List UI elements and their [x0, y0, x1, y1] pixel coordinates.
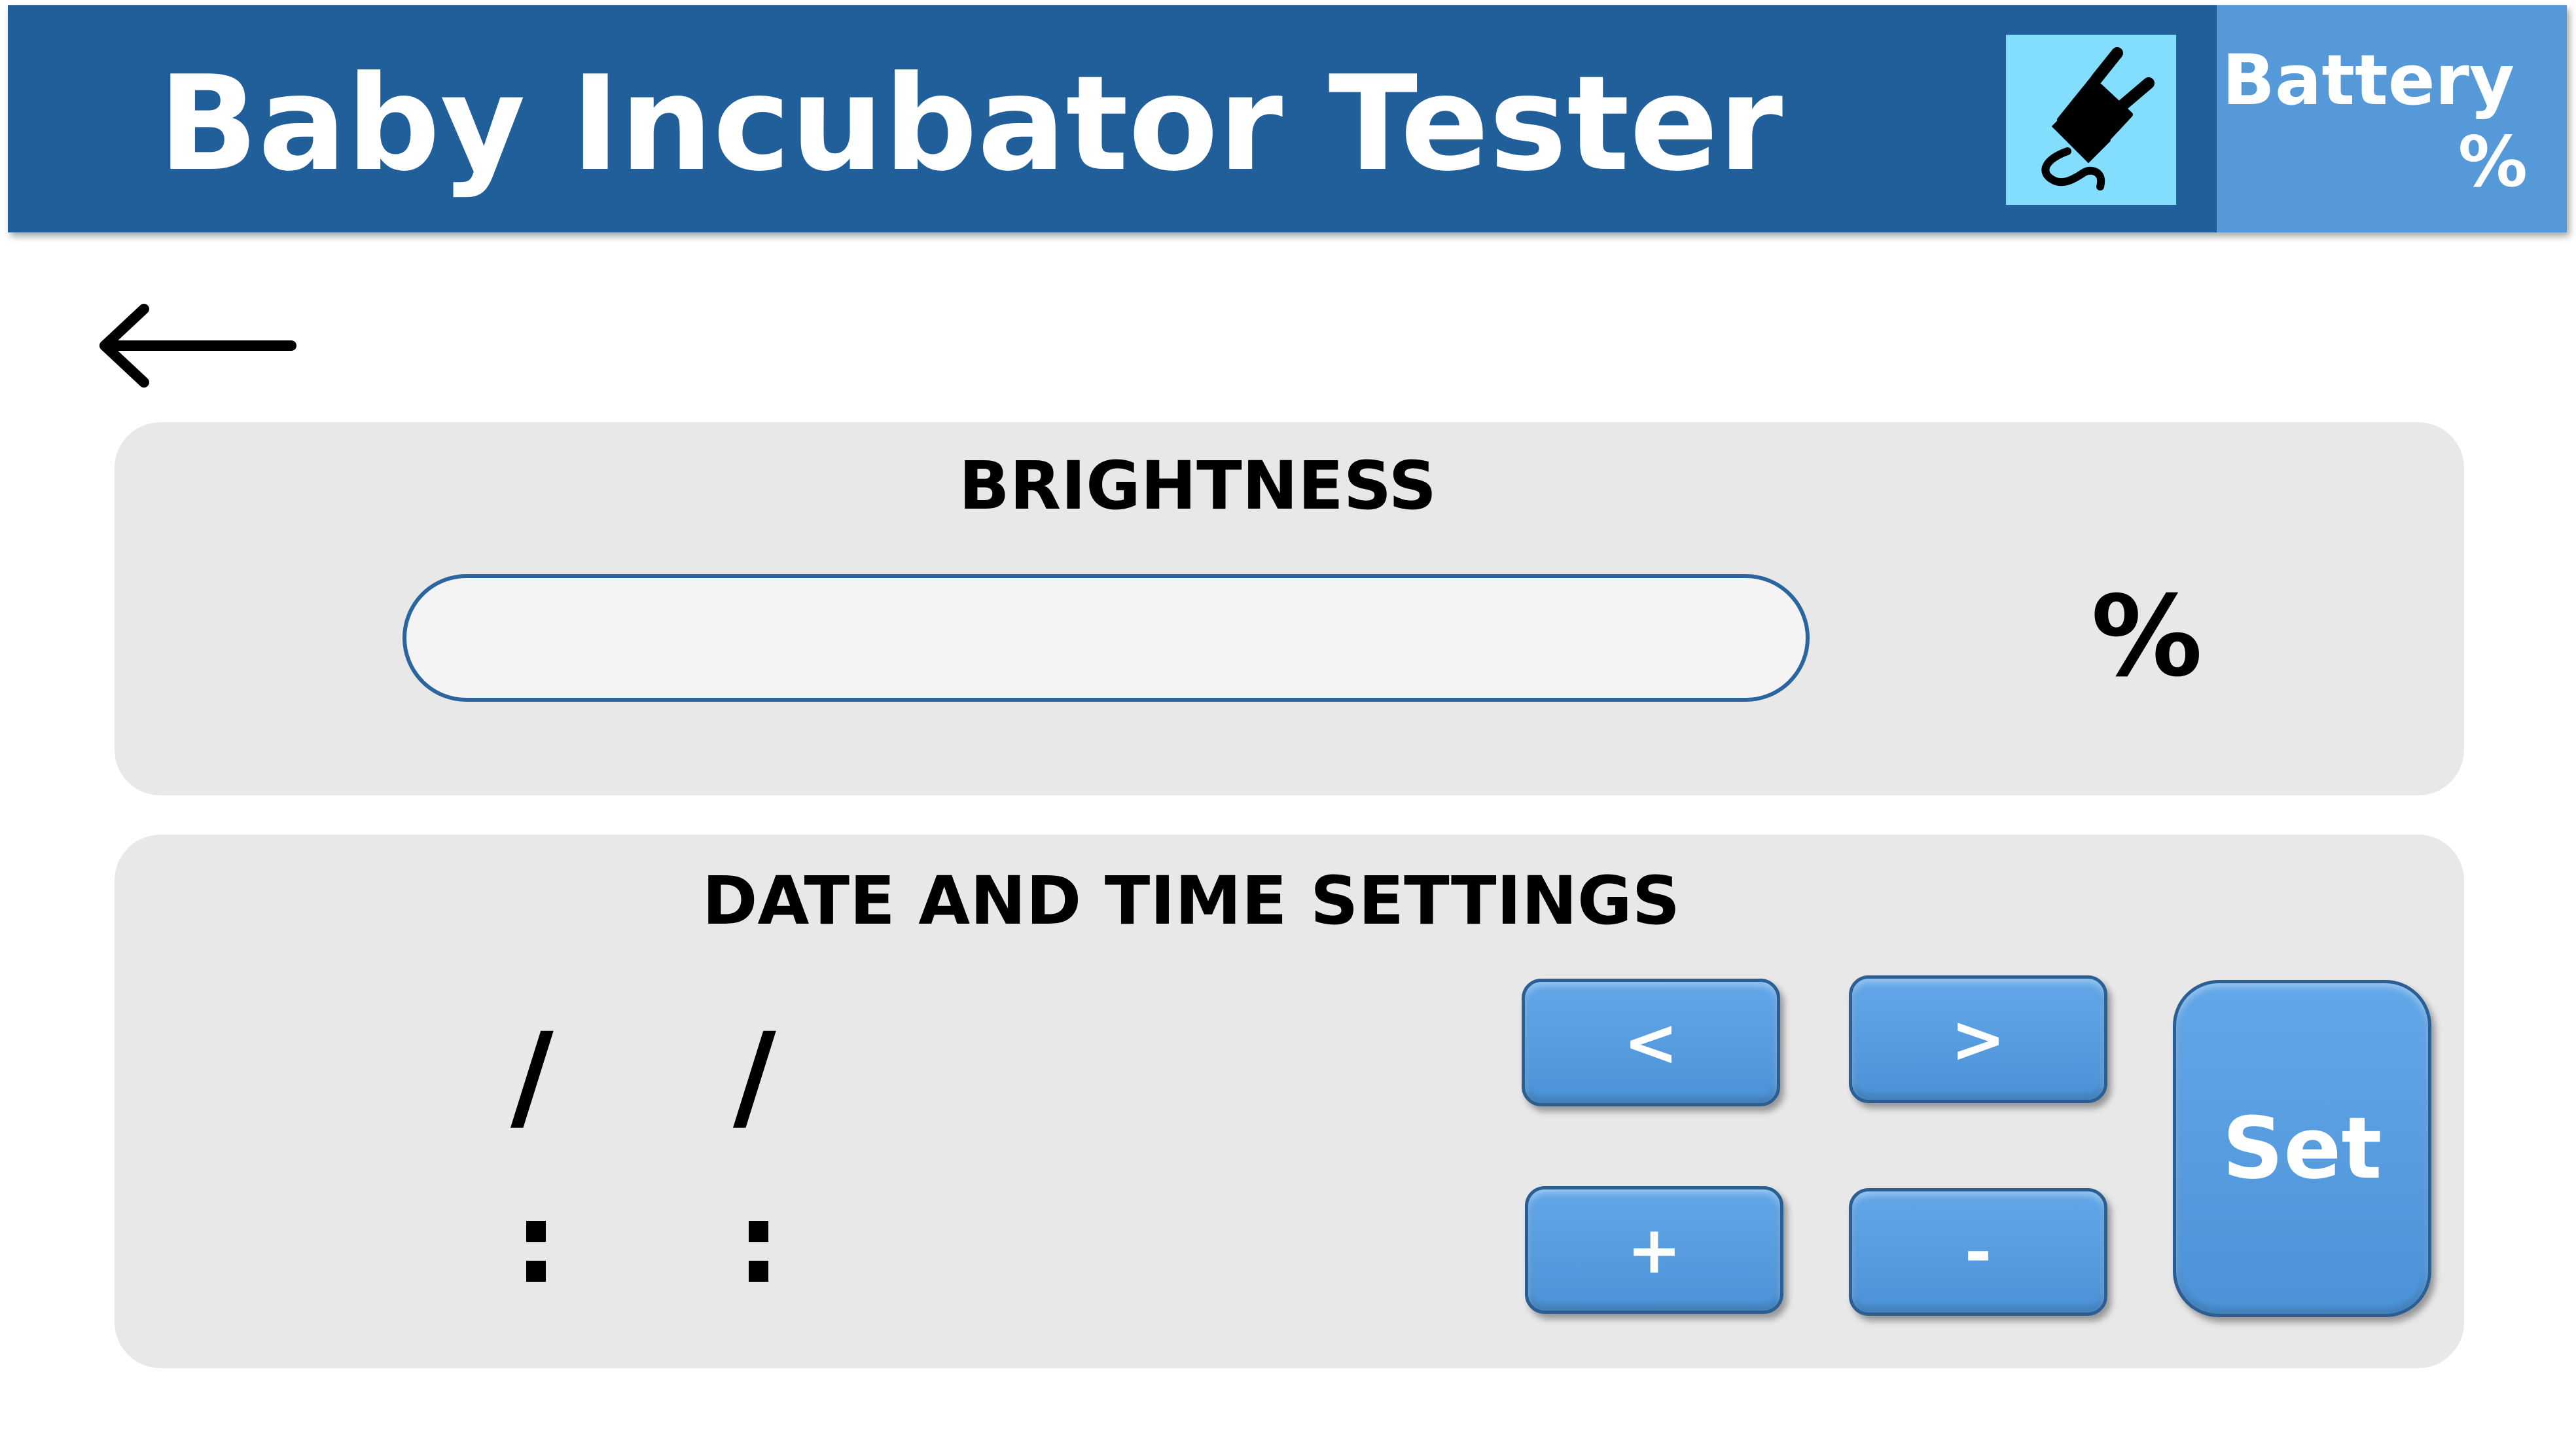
brightness-panel: BRIGHTNESS %	[115, 422, 2464, 795]
date-separator: /	[510, 1008, 554, 1145]
power-status	[2006, 35, 2176, 205]
cursor-left-button[interactable]: <	[1522, 979, 1780, 1106]
back-button[interactable]	[92, 301, 308, 393]
app-header: Baby Incubator Tester Battery %	[8, 5, 2567, 232]
battery-label: Battery	[2222, 40, 2514, 120]
set-button[interactable]: Set	[2173, 980, 2431, 1317]
decrement-button[interactable]: -	[1849, 1188, 2107, 1316]
increment-button[interactable]: +	[1525, 1186, 1783, 1314]
battery-percent: %	[2458, 122, 2528, 202]
cursor-right-button[interactable]: >	[1849, 975, 2107, 1103]
time-separator: :	[514, 1179, 558, 1309]
battery-status: Battery %	[2217, 5, 2567, 232]
datetime-panel: DATE AND TIME SETTINGS / / : : < > + - S…	[115, 835, 2464, 1368]
date-separator: /	[733, 1008, 776, 1145]
time-separator: :	[736, 1179, 781, 1309]
brightness-title: BRIGHTNESS	[958, 447, 1437, 525]
app-title: Baby Incubator Tester	[158, 48, 1783, 200]
arrow-left-icon	[92, 304, 308, 395]
brightness-slider[interactable]	[402, 574, 1810, 702]
datetime-title: DATE AND TIME SETTINGS	[702, 862, 1681, 940]
brightness-percent-label: %	[2091, 572, 2203, 702]
